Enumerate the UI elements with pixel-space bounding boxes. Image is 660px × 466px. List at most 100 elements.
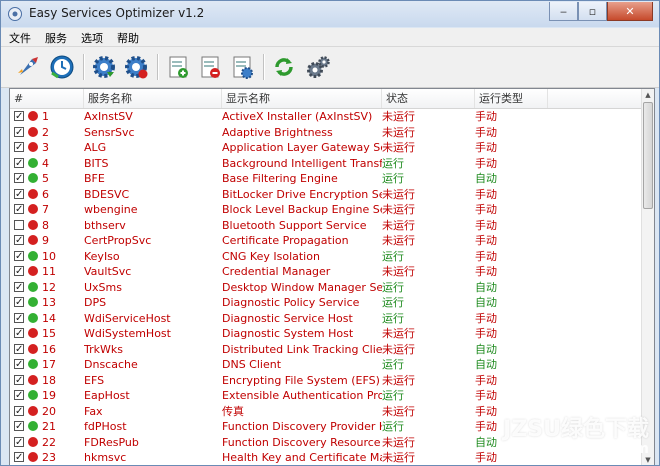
startup-type: 手动 <box>475 141 497 154</box>
display-name: 传真 <box>222 404 244 418</box>
row-checkbox[interactable] <box>14 219 24 230</box>
service-status: 未运行 <box>382 342 415 356</box>
row-number: 6 <box>42 187 49 201</box>
title-bar: Easy Services Optimizer v1.2 ‒ ▫ ✕ <box>1 1 659 27</box>
service-status: 运行 <box>382 172 404 185</box>
startup-type: 自动 <box>475 172 497 185</box>
service-name: VaultSvc <box>84 265 132 278</box>
row-checkbox[interactable] <box>14 140 24 156</box>
row-checkbox[interactable] <box>14 171 24 187</box>
table-row[interactable]: 9 CertPropSvc Certificate Propagation 未运行 手动 <box>10 233 642 249</box>
gear-blue-icon[interactable] <box>89 52 119 82</box>
remove-service-icon[interactable] <box>195 52 225 82</box>
column-header-service[interactable]: 服务名称 <box>84 89 222 108</box>
refresh-icon[interactable] <box>269 52 299 82</box>
row-number: 15 <box>42 327 56 340</box>
table-row[interactable]: 17 Dnscache DNS Client 运行 自动 <box>10 357 642 373</box>
service-status: 运行 <box>382 389 404 402</box>
table-row[interactable]: 5 BFE Base Filtering Engine 运行 自动 <box>10 171 642 187</box>
column-header-num[interactable]: # <box>10 89 84 108</box>
row-number: 10 <box>42 249 56 263</box>
startup-type: 手动 <box>475 156 497 170</box>
scroll-up-icon[interactable]: ▲ <box>642 89 654 101</box>
row-checkbox[interactable] <box>14 156 24 171</box>
row-checkbox[interactable] <box>14 311 24 326</box>
table-row[interactable]: 15 WdiSystemHost Diagnostic System Host 未运行… <box>10 326 642 342</box>
row-number: 19 <box>42 389 56 402</box>
settings-icon[interactable] <box>303 52 333 82</box>
table-row[interactable]: 10 KeyIso CNG Key Isolation 运行 手动 <box>10 249 642 264</box>
row-checkbox[interactable] <box>14 202 24 218</box>
table-row[interactable]: 12 UxSms Desktop Window Manager Sess...运行 自… <box>10 280 642 295</box>
table-row[interactable]: 11 VaultSvc Credential Manager 未运行 手动 <box>10 264 642 280</box>
minimize-button[interactable]: ‒ <box>549 2 578 21</box>
table-row[interactable]: 6 BDESVC BitLocker Drive Encryption Servic… <box>10 187 642 202</box>
table-row[interactable]: 14 WdiServiceHost Diagnostic Service Host 运… <box>10 311 642 326</box>
table-row[interactable]: 7 wbengine Block Level Backup Engine Servi… <box>10 202 642 218</box>
table-row[interactable]: 4 BITS Background Intelligent Transfer...运… <box>10 156 642 171</box>
row-checkbox[interactable] <box>14 326 24 342</box>
display-name: Background Intelligent Transfer... <box>222 156 382 170</box>
table-row[interactable]: 1 AxInstSV ActiveX Installer (AxInstSV) 未运行… <box>10 109 642 125</box>
row-checkbox[interactable] <box>14 357 24 373</box>
row-checkbox[interactable] <box>14 280 24 295</box>
table-row[interactable]: 16 TrkWks Distributed Link Tracking Client… <box>10 342 642 357</box>
table-row[interactable]: 3 ALG Application Layer Gateway Ser...未运行 手… <box>10 140 642 156</box>
menu-file[interactable]: 文件 <box>1 28 37 46</box>
row-checkbox[interactable] <box>14 109 24 125</box>
menu-service[interactable]: 服务 <box>37 28 73 46</box>
row-checkbox[interactable] <box>14 249 24 264</box>
service-name: wbengine <box>84 203 138 216</box>
display-name: Credential Manager <box>222 265 331 278</box>
row-checkbox[interactable] <box>14 187 24 202</box>
row-checkbox[interactable] <box>14 435 24 450</box>
startup-type: 手动 <box>475 311 497 325</box>
edit-service-icon[interactable] <box>227 52 257 82</box>
service-name: WdiServiceHost <box>84 311 171 325</box>
column-header-status[interactable]: 状态 <box>382 89 475 108</box>
table-row[interactable]: 8 bthserv Bluetooth Support Service 未运行 手动 <box>10 218 642 234</box>
row-checkbox[interactable] <box>14 419 24 435</box>
row-checkbox[interactable] <box>14 450 24 465</box>
gear-red-icon[interactable] <box>121 52 151 82</box>
row-checkbox[interactable] <box>14 388 24 404</box>
table-row[interactable]: 19 EapHost Extensible Authentication Proto… <box>10 388 642 404</box>
row-checkbox[interactable] <box>14 342 24 357</box>
row-number: 20 <box>42 404 56 418</box>
row-checkbox[interactable] <box>14 295 24 311</box>
table-row[interactable]: 2 SensrSvc Adaptive Brightness 未运行 手动 <box>10 125 642 140</box>
service-status: 未运行 <box>382 327 415 340</box>
row-checkbox[interactable] <box>14 373 24 388</box>
menu-options[interactable]: 选项 <box>73 28 109 46</box>
toolbar <box>1 47 659 88</box>
service-status: 运行 <box>382 311 404 325</box>
row-number: 5 <box>42 172 49 185</box>
scrollbar-thumb[interactable] <box>643 102 653 209</box>
row-number: 22 <box>42 435 56 449</box>
status-dot-icon <box>28 374 38 385</box>
add-service-icon[interactable] <box>163 52 193 82</box>
maximize-button[interactable]: ▫ <box>578 2 607 21</box>
clock-icon[interactable] <box>47 52 77 82</box>
app-window: Easy Services Optimizer v1.2 ‒ ▫ ✕ 文件 服务选… <box>0 0 660 466</box>
table-row[interactable]: 18 EFS Encrypting File System (EFS)未运行 手动 <box>10 373 642 388</box>
rocket-icon[interactable] <box>13 52 43 82</box>
column-header-type[interactable]: 运行类型 <box>475 89 548 108</box>
vertical-scrollbar[interactable]: ▲ ▼ <box>641 89 654 465</box>
row-checkbox[interactable] <box>14 264 24 280</box>
status-dot-icon <box>28 405 38 416</box>
service-name: DPS <box>84 296 107 309</box>
column-header-display[interactable]: 显示名称 <box>222 89 382 108</box>
status-dot-icon <box>28 111 38 121</box>
row-checkbox[interactable] <box>14 233 24 249</box>
row-number: 14 <box>42 311 56 325</box>
watermark-url: www.jz5u.com <box>535 441 649 457</box>
table-row[interactable]: 13 DPS Diagnostic Policy Service 运行 自动 <box>10 295 642 311</box>
close-button[interactable]: ✕ <box>607 2 653 21</box>
menu-help[interactable]: 帮助 <box>109 28 145 46</box>
row-number: 8 <box>42 218 49 232</box>
row-checkbox[interactable] <box>14 125 24 140</box>
status-dot-icon <box>28 343 38 354</box>
row-checkbox[interactable] <box>14 404 24 419</box>
services-list[interactable]: # 服务名称 显示名称 状态 运行类型 1 AxInstSV ActiveX Ins… <box>9 88 655 465</box>
